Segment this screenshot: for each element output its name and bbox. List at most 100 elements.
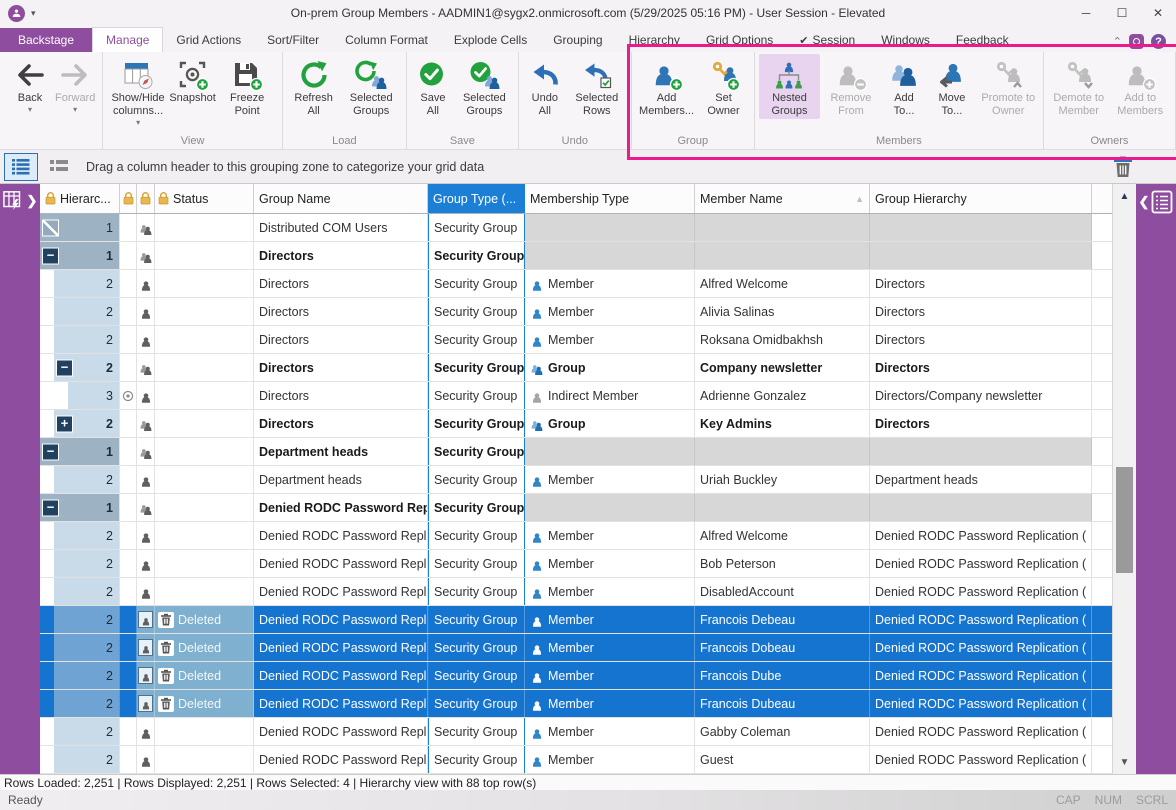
group-type-cell[interactable]: Security Group: [428, 690, 525, 717]
table-row[interactable]: −1 DirectorsSecurity Group: [40, 242, 1112, 270]
selected-groups-button[interactable]: Selected Groups: [455, 54, 514, 119]
hierarchy-cell[interactable]: 2: [40, 718, 120, 745]
group-hierarchy-cell[interactable]: Directors: [870, 410, 1092, 437]
hierarchy-cell[interactable]: 2: [40, 466, 120, 493]
group-type-cell[interactable]: Security Group: [428, 718, 525, 745]
group-hierarchy-cell[interactable]: Directors/Company newsletter: [870, 382, 1092, 409]
column-header-hierarc[interactable]: Hierarc...: [40, 184, 120, 213]
membership-type-cell[interactable]: Member: [525, 326, 695, 353]
add-members-button[interactable]: Add Members...: [636, 54, 697, 119]
tab-backstage[interactable]: Backstage: [0, 28, 92, 52]
group-type-cell[interactable]: Security Group: [428, 438, 525, 465]
membership-type-cell[interactable]: Member: [525, 690, 695, 717]
column-header-lock[interactable]: [137, 184, 155, 213]
membership-type-cell[interactable]: [525, 214, 695, 241]
group-name-cell[interactable]: Denied RODC Password Repl: [254, 662, 428, 689]
hierarchy-cell[interactable]: 2: [40, 746, 120, 773]
table-row[interactable]: 2Denied RODC Password ReplSecurity Group…: [40, 578, 1112, 606]
table-row[interactable]: 3DirectorsSecurity GroupIndirect MemberA…: [40, 382, 1112, 410]
member-name-cell[interactable]: [695, 494, 870, 521]
group-name-cell[interactable]: Denied RODC Password Repl: [254, 718, 428, 745]
group-hierarchy-cell[interactable]: Department heads: [870, 466, 1092, 493]
column-header-lock[interactable]: [120, 184, 137, 213]
back-button[interactable]: Back▾: [8, 54, 52, 115]
scrollbar-thumb[interactable]: [1116, 467, 1133, 573]
selected-rows-button[interactable]: Selected Rows: [567, 54, 627, 119]
group-hierarchy-cell[interactable]: Denied RODC Password Replication (: [870, 718, 1092, 745]
group-name-cell[interactable]: Department heads: [254, 466, 428, 493]
table-row[interactable]: 2Department headsSecurity GroupMemberUri…: [40, 466, 1112, 494]
table-row[interactable]: 2DirectorsSecurity GroupMemberAlfred Wel…: [40, 270, 1112, 298]
hierarchy-cell[interactable]: 2: [40, 662, 120, 689]
membership-type-cell[interactable]: Member: [525, 578, 695, 605]
table-row[interactable]: 2DeletedDenied RODC Password ReplSecurit…: [40, 690, 1112, 718]
grouping-zone[interactable]: Drag a column header to this grouping zo…: [0, 150, 1176, 184]
group-type-cell[interactable]: Security Group: [428, 466, 525, 493]
close-button[interactable]: ✕: [1140, 0, 1176, 26]
show-hide-columns-button[interactable]: Show/Hide columns...▾: [107, 54, 168, 128]
membership-type-cell[interactable]: Member: [525, 550, 695, 577]
table-row[interactable]: 2DirectorsSecurity GroupMemberRoksana Om…: [40, 326, 1112, 354]
member-name-cell[interactable]: Alfred Welcome: [695, 522, 870, 549]
group-name-cell[interactable]: Denied RODC Password Repl: [254, 550, 428, 577]
group-type-cell[interactable]: Security Group: [428, 242, 525, 269]
group-type-cell[interactable]: Security Group: [428, 550, 525, 577]
group-name-cell[interactable]: Directors: [254, 242, 428, 269]
scroll-up-icon[interactable]: ▲: [1113, 184, 1136, 208]
membership-type-cell[interactable]: Group: [525, 354, 695, 381]
group-name-cell[interactable]: Distributed COM Users: [254, 214, 428, 241]
column-header-member-name[interactable]: Member Name▲: [695, 184, 870, 213]
table-row[interactable]: 2 Denied RODC Password ReplSecurity Group…: [40, 550, 1112, 578]
group-hierarchy-cell[interactable]: Denied RODC Password Replication (: [870, 522, 1092, 549]
member-name-cell[interactable]: Key Admins: [695, 410, 870, 437]
hierarchy-cell[interactable]: −2: [40, 354, 120, 381]
tab-grouping[interactable]: Grouping: [540, 28, 615, 52]
trash-icon[interactable]: [1112, 155, 1134, 184]
member-name-cell[interactable]: Guest: [695, 746, 870, 773]
group-hierarchy-cell[interactable]: Denied RODC Password Replication (: [870, 690, 1092, 717]
maximize-button[interactable]: ☐: [1104, 0, 1140, 26]
member-name-cell[interactable]: Francois Dobeau: [695, 634, 870, 661]
group-hierarchy-cell[interactable]: Denied RODC Password Replication (: [870, 662, 1092, 689]
membership-type-cell[interactable]: [525, 438, 695, 465]
membership-type-cell[interactable]: [525, 494, 695, 521]
table-row[interactable]: 2DeletedDenied RODC Password ReplSecurit…: [40, 662, 1112, 690]
group-name-cell[interactable]: Directors: [254, 270, 428, 297]
group-name-cell[interactable]: Denied RODC Password Rep: [254, 494, 428, 521]
hierarchy-cell[interactable]: 2: [40, 634, 120, 661]
group-type-cell[interactable]: Security Group: [428, 578, 525, 605]
group-name-cell[interactable]: Directors: [254, 382, 428, 409]
hierarchy-cell[interactable]: 2: [40, 270, 120, 297]
group-type-cell[interactable]: Security Group: [428, 522, 525, 549]
set-owner-button[interactable]: Set Owner: [697, 54, 749, 119]
group-type-cell[interactable]: Security Group: [428, 606, 525, 633]
tab-feedback[interactable]: Feedback: [943, 28, 1022, 52]
hierarchy-cell[interactable]: −1: [40, 242, 120, 269]
group-name-cell[interactable]: Directors: [254, 326, 428, 353]
session-status-icon[interactable]: [1129, 34, 1144, 49]
member-name-cell[interactable]: Alivia Salinas: [695, 298, 870, 325]
membership-type-cell[interactable]: Member: [525, 606, 695, 633]
membership-type-cell[interactable]: Member: [525, 662, 695, 689]
table-row[interactable]: −1Department headsSecurity Group: [40, 438, 1112, 466]
hierarchy-cell[interactable]: +2: [40, 410, 120, 437]
member-name-cell[interactable]: Roksana Omidbakhsh: [695, 326, 870, 353]
group-name-cell[interactable]: Denied RODC Password Repl: [254, 746, 428, 773]
group-name-cell[interactable]: Directors: [254, 354, 428, 381]
tab-grid-options[interactable]: Grid Options: [693, 28, 786, 52]
group-hierarchy-cell[interactable]: Denied RODC Password Replication (: [870, 746, 1092, 773]
table-row[interactable]: 2DirectorsSecurity GroupMemberAlivia Sal…: [40, 298, 1112, 326]
group-hierarchy-cell[interactable]: Denied RODC Password Replication (: [870, 606, 1092, 633]
flat-view-toggle[interactable]: [42, 153, 76, 181]
group-name-cell[interactable]: Denied RODC Password Repl: [254, 606, 428, 633]
group-hierarchy-cell[interactable]: Denied RODC Password Replication (: [870, 550, 1092, 577]
group-name-cell[interactable]: Directors: [254, 410, 428, 437]
vertical-scrollbar[interactable]: ▲ ▼: [1112, 184, 1136, 774]
tab-hierarchy[interactable]: Hierarchy: [616, 28, 693, 52]
tab-session[interactable]: ✔Session: [786, 28, 868, 52]
table-row[interactable]: /1Distributed COM UsersSecurity Group: [40, 214, 1112, 242]
tab-windows[interactable]: Windows: [868, 28, 943, 52]
group-type-cell[interactable]: Security Group: [428, 354, 525, 381]
table-row[interactable]: 2DeletedDenied RODC Password ReplSecurit…: [40, 634, 1112, 662]
hierarchy-cell[interactable]: 2: [40, 550, 120, 577]
